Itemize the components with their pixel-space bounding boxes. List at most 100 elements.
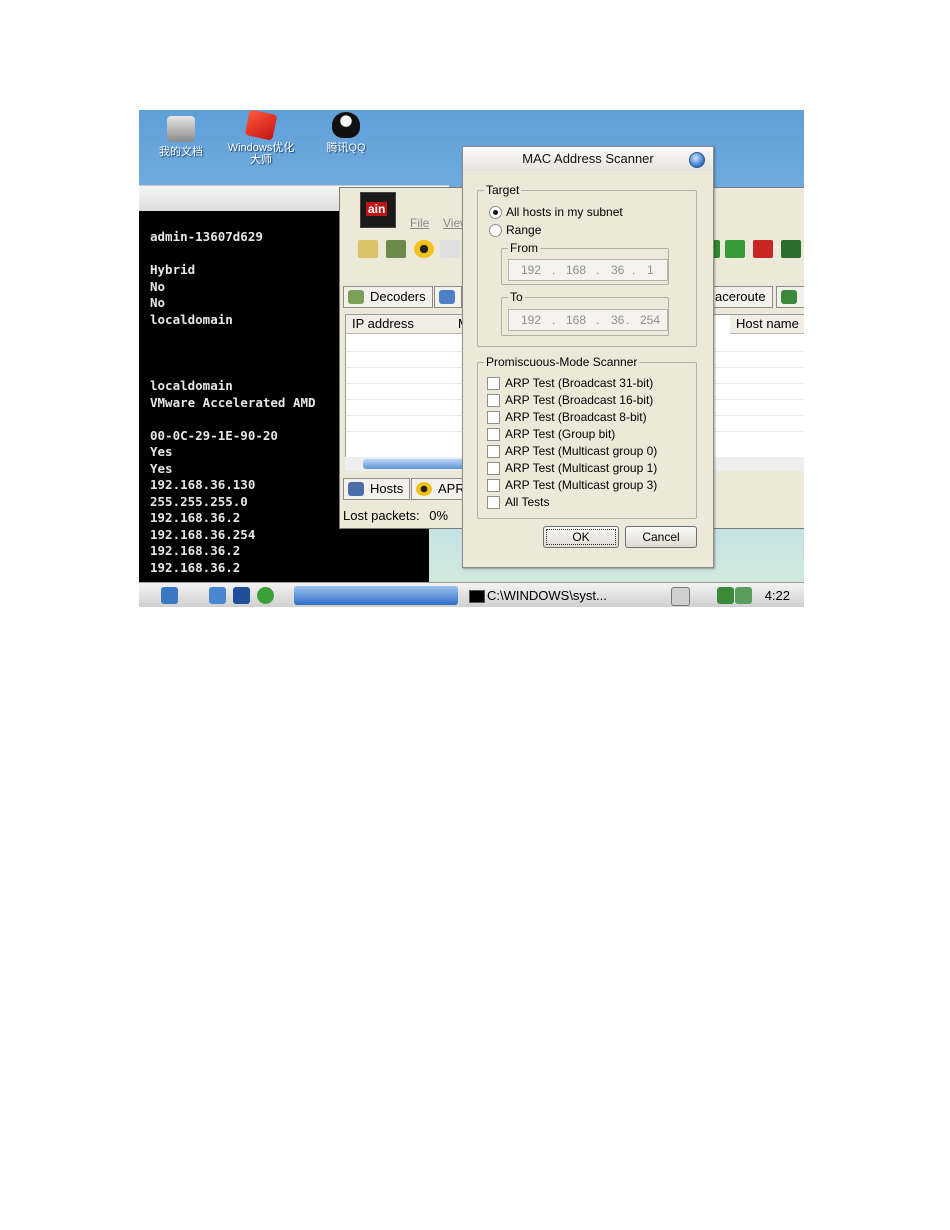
- status-value: 0%: [429, 508, 449, 523]
- tab-label: aceroute: [715, 289, 766, 304]
- ie-icon[interactable]: [257, 587, 274, 604]
- network-card-icon[interactable]: [386, 240, 406, 258]
- taskbar-active-task[interactable]: [294, 586, 458, 605]
- console-line: Yes: [150, 461, 173, 476]
- ip-octet: 192: [521, 263, 542, 277]
- tab-network[interactable]: [434, 286, 462, 308]
- from-legend: From: [510, 241, 538, 255]
- mac-address-scanner-dialog[interactable]: MAC Address Scanner Target All hosts in …: [462, 146, 714, 568]
- checkbox-arp-broadcast-16[interactable]: [487, 394, 500, 407]
- console-line: 00-0C-29-1E-90-20: [150, 428, 278, 443]
- checkbox-label: All Tests: [505, 495, 550, 509]
- security-tray-icon[interactable]: [735, 587, 752, 604]
- console-line: 192.168.36.254: [150, 527, 256, 542]
- to-ip-field[interactable]: 192 . 168 . 36 . 254: [508, 309, 668, 331]
- ip-dot: .: [626, 313, 630, 327]
- checkbox-all-tests[interactable]: [487, 496, 500, 509]
- checkbox-arp-broadcast-8[interactable]: [487, 411, 500, 424]
- desktop-icon-label: 我的文档: [159, 146, 203, 158]
- console-line: localdomain: [150, 378, 233, 393]
- ip-octet: 36: [611, 313, 625, 327]
- ip-octet: 168: [566, 263, 587, 277]
- checkbox-arp-multicast-3[interactable]: [487, 479, 500, 492]
- desktop-icon-label: Windows优化 大师: [227, 142, 295, 166]
- open-folder-icon[interactable]: [358, 240, 378, 258]
- tab-decoders[interactable]: Decoders: [343, 286, 433, 308]
- console-line: localdomain: [150, 312, 233, 327]
- radio-range-label: Range: [506, 223, 542, 237]
- keyboard-icon[interactable]: [671, 587, 690, 606]
- cain-logo-text: ain: [366, 202, 388, 216]
- cain-logo: ain: [360, 192, 396, 228]
- desktop-icon-qq[interactable]: 腾讯QQ: [306, 112, 386, 154]
- desktop-screenshot: 我的文档 Windows优化 大师 腾讯QQ admin-13607d629 H…: [139, 110, 804, 607]
- desktop-icon-my-documents[interactable]: 我的文档: [141, 116, 221, 158]
- checkbox-arp-broadcast-31[interactable]: [487, 377, 500, 390]
- to-legend: To: [510, 290, 523, 304]
- console-line: admin-13607d629: [150, 229, 263, 244]
- ok-button[interactable]: OK: [543, 526, 619, 548]
- taskbar-item-label: C:\WINDOWS\syst...: [487, 588, 607, 603]
- desktop-icon-windows-optimizer[interactable]: Windows优化 大师: [221, 110, 301, 166]
- ip-dot: .: [552, 313, 556, 327]
- taskbar-clock: 4:22: [764, 588, 790, 603]
- tab-hosts[interactable]: Hosts: [343, 478, 411, 500]
- console-line: Hybrid: [150, 262, 196, 277]
- ip-dot: .: [596, 263, 600, 277]
- tab-ccdu[interactable]: [776, 286, 804, 308]
- from-ip-field[interactable]: 192 . 168 . 36 . 1: [508, 259, 668, 281]
- radio-all-hosts[interactable]: [489, 206, 502, 219]
- console-line: 192.168.36.2: [150, 560, 241, 575]
- menu-file[interactable]: File: [410, 216, 429, 230]
- console-line: 255.255.255.0: [150, 494, 248, 509]
- start-menu-icon[interactable]: [161, 587, 178, 604]
- radiation-icon[interactable]: [414, 240, 434, 258]
- checkbox-label: ARP Test (Multicast group 3): [505, 478, 658, 492]
- browser-icon[interactable]: [209, 587, 226, 604]
- console-line: VMware Accelerated AMD: [150, 395, 316, 410]
- ntlm-auth-icon[interactable]: [440, 240, 460, 258]
- checkbox-arp-multicast-1[interactable]: [487, 462, 500, 475]
- scrollbar-thumb[interactable]: [363, 459, 468, 469]
- windows-optimizer-icon: [244, 110, 278, 141]
- radio-range[interactable]: [489, 224, 502, 237]
- checkbox-label: ARP Test (Broadcast 16-bit): [505, 393, 654, 407]
- console-line: 192.168.36.130: [150, 477, 256, 492]
- hosts-icon: [348, 482, 364, 496]
- ccdu-icon: [781, 290, 797, 304]
- ip-octet: 254: [640, 313, 661, 327]
- network-icon: [439, 290, 455, 304]
- network-tray-icon[interactable]: [717, 587, 734, 604]
- tab-label: Hosts: [370, 481, 404, 496]
- ip-octet: 192: [521, 313, 542, 327]
- pc-icon[interactable]: [753, 240, 773, 258]
- dialog-title: MAC Address Scanner: [463, 147, 713, 171]
- desktop-icon-label: 腾讯QQ: [326, 142, 366, 154]
- checkbox-label: ARP Test (Multicast group 0): [505, 444, 658, 458]
- my-documents-icon: [167, 116, 195, 142]
- show-desktop-icon[interactable]: [233, 587, 250, 604]
- console-line: 192.168.36.2: [150, 510, 241, 525]
- cmd-icon: [469, 590, 485, 603]
- promiscuous-legend: Promiscuous-Mode Scanner: [486, 355, 638, 369]
- ip-dot: .: [632, 263, 636, 277]
- target-legend: Target: [486, 183, 520, 197]
- status-label: Lost packets:: [343, 508, 420, 523]
- checkbox-label: ARP Test (Multicast group 1): [505, 461, 658, 475]
- terminal-icon[interactable]: [781, 240, 801, 258]
- column-ip-address[interactable]: IP address: [346, 315, 453, 334]
- taskbar: C:\WINDOWS\syst... 4:22: [139, 582, 804, 607]
- checkbox-label: ARP Test (Broadcast 8-bit): [505, 410, 647, 424]
- qq-icon: [332, 112, 360, 138]
- vpn-icon[interactable]: [725, 240, 745, 258]
- checkbox-arp-multicast-0[interactable]: [487, 445, 500, 458]
- ip-octet: 36: [611, 263, 625, 277]
- checkbox-arp-group-bit[interactable]: [487, 428, 500, 441]
- column-host-name[interactable]: Host name: [730, 315, 804, 334]
- close-icon[interactable]: [689, 152, 705, 168]
- ip-octet: 1: [647, 263, 654, 277]
- taskbar-item-cmd[interactable]: C:\WINDOWS\syst...: [467, 586, 645, 605]
- cancel-button[interactable]: Cancel: [625, 526, 697, 548]
- radio-all-hosts-label: All hosts in my subnet: [506, 205, 623, 219]
- tab-traceroute[interactable]: aceroute: [710, 286, 773, 308]
